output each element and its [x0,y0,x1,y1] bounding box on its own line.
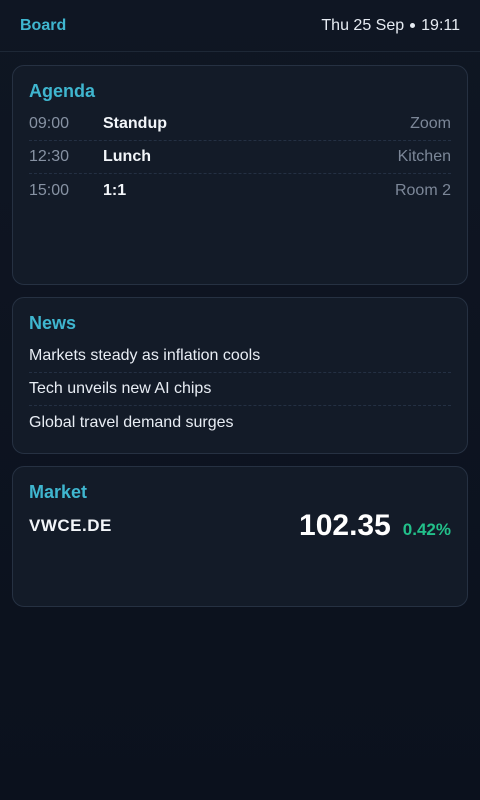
news-headline[interactable]: Global travel demand surges [29,406,451,439]
news-list: Markets steady as inflation cools Tech u… [29,340,451,439]
agenda-item-time: 09:00 [29,115,70,132]
current-time: 19:11 [421,16,460,34]
agenda-item[interactable]: 09:00 Standup Zoom [29,108,451,141]
current-date: Thu 25 Sep [321,16,405,34]
agenda-list: 09:00 Standup Zoom 12:30 Lunch Kitchen 1… [29,108,451,207]
quote-values: 102.35 0.42% [299,509,451,543]
agenda-item-location: Kitchen [397,148,451,165]
news-card: News Markets steady as inflation cools T… [12,297,468,454]
agenda-item[interactable]: 15:00 1:1 Room 2 [29,174,451,207]
agenda-item[interactable]: 12:30 Lunch Kitchen [29,141,451,174]
agenda-card: Agenda 09:00 Standup Zoom 12:30 Lunch Ki… [12,65,468,285]
separator-dot-icon [410,23,416,28]
agenda-item-title: Lunch [103,148,151,165]
agenda-item-location: Zoom [410,115,451,132]
ticker-symbol: VWCE.DE [29,516,112,535]
agenda-title: Agenda [29,81,96,101]
ticker-price: 102.35 [299,509,391,542]
agenda-item-time: 15:00 [29,181,70,199]
agenda-item-title: 1:1 [103,181,127,199]
news-headline[interactable]: Markets steady as inflation cools [29,340,451,373]
agenda-item-location: Room 2 [394,181,451,199]
market-title: Market [29,482,88,502]
news-title: News [29,313,77,333]
date-time-display: Thu 25 Sep 19:11 [321,17,460,35]
news-headline[interactable]: Tech unveils new AI chips [29,373,451,406]
app-brand[interactable]: Board [20,17,66,35]
market-card: Market VWCE.DE 102.35 0.42% [12,466,468,607]
agenda-item-title: Standup [103,115,167,132]
price-change-badge: 0.42% [402,520,451,539]
dashboard-app: Board Thu 25 Sep 19:11 Agenda 09:00 Stan… [0,0,480,800]
agenda-item-time: 12:30 [29,148,70,165]
top-bar: Board Thu 25 Sep 19:11 [0,0,480,52]
market-quote-row[interactable]: VWCE.DE 102.35 0.42% [29,509,451,543]
